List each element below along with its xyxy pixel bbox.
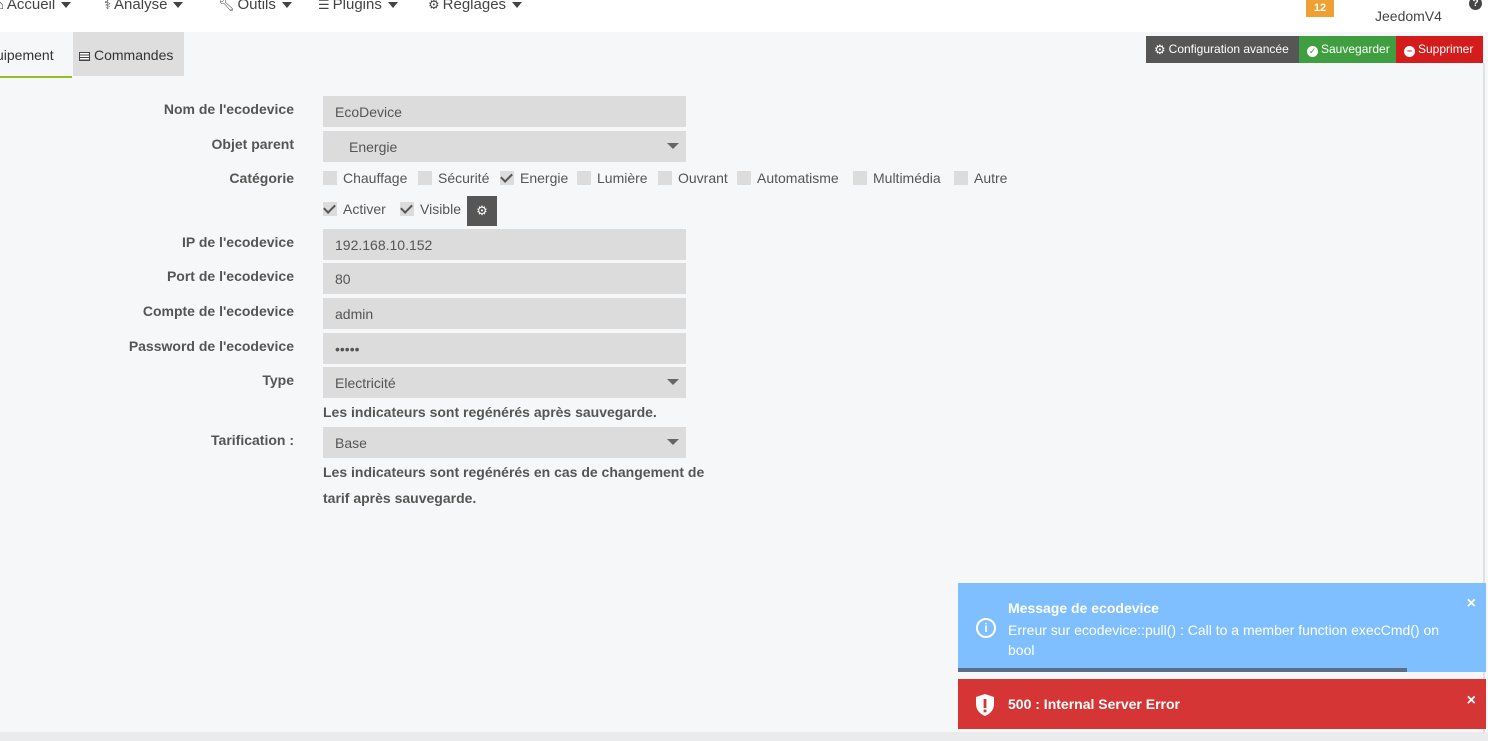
nav-plugins[interactable]: ☰ Plugins [318,0,398,13]
activer-toggle[interactable]: Activer [323,201,386,217]
stethoscope-icon: ⚕ [104,0,112,12]
nav-analyse[interactable]: ⚕ Analyse [104,0,184,13]
port-label: Port de l'ecodevice [166,268,294,284]
tab-equipement[interactable]: uipement [0,32,72,78]
tarif-label: Tarification : [211,432,294,448]
caret-down-icon [512,2,523,9]
type-help-text: Les indicateurs sont regénérés après sau… [323,404,657,420]
error-message: 500 : Internal Server Error [1008,696,1180,712]
close-icon[interactable]: × [1467,692,1476,710]
user-menu[interactable]: JeedomV4 [1375,8,1442,24]
parent-label: Objet parent [211,136,294,152]
tarif-help-line1: Les indicateurs sont regénérés en cas de… [323,464,705,480]
checkbox-checked[interactable] [400,202,414,216]
nav-accueil[interactable]: ⌂Accueil [0,0,72,13]
home-icon: ⌂ [0,0,4,12]
dropdown-arrow-icon [667,379,679,385]
checkbox[interactable] [737,171,751,185]
checkbox[interactable] [418,171,432,185]
save-button[interactable]: ✓ Sauvegarder [1299,36,1396,63]
checkbox[interactable] [954,171,968,185]
toast-message: Erreur sur ecodevice::pull() : Call to a… [1008,622,1440,658]
minus-circle-icon: − [1404,46,1415,57]
cogs-icon: ⚙ [1154,42,1166,57]
category-multimedia[interactable]: Multimédia [853,170,941,186]
name-label: Nom de l'ecodevice [163,101,294,117]
list-icon [79,52,90,61]
caret-down-icon [173,2,184,9]
gear-icon: ⚙ [428,0,440,12]
checkbox[interactable] [323,171,337,185]
close-icon[interactable]: × [1467,595,1476,613]
top-navbar: ⌂Accueil ⚕Analyse 🔧︎Outils ☰Plugins ⚙Rég… [0,0,1488,32]
type-label: Type [262,372,294,388]
wrench-icon: 🔧︎ [218,0,235,12]
name-input[interactable]: EcoDevice [323,96,686,127]
message-count-badge[interactable]: 12 [1306,0,1334,17]
parent-select[interactable]: Energie [323,131,686,162]
help-icon[interactable]: ? [1469,0,1482,10]
advanced-config-button[interactable]: ⚙ Configuration avancée [1146,36,1299,63]
footer-bar [0,732,1488,741]
delete-button[interactable]: − Supprimer [1396,36,1483,63]
cogs-icon: ⚙ [476,203,488,218]
category-checkboxes: Chauffage Sécurité Energie Lumière Ouvra… [323,170,1023,188]
category-chauffage[interactable]: Chauffage [323,170,407,186]
ip-label: IP de l'ecodevice [181,234,294,250]
category-label: Catégorie [229,170,294,186]
category-autre[interactable]: Autre [954,170,1007,186]
category-automatisme[interactable]: Automatisme [737,170,839,186]
category-securite[interactable]: Sécurité [418,170,489,186]
checkbox-checked[interactable] [323,202,337,216]
category-energie[interactable]: Energie [500,170,568,186]
check-circle-icon: ✓ [1307,46,1318,57]
caret-down-icon [387,2,398,9]
info-circle-icon: i [976,618,996,638]
category-lumiere[interactable]: Lumière [577,170,648,186]
account-input[interactable]: admin [323,298,686,329]
ip-input[interactable]: 192.168.10.152 [323,229,686,260]
toast-progress-bar [958,668,1407,672]
tarif-select[interactable]: Base [323,427,686,458]
list-icon: ☰ [318,0,330,12]
tarif-help-line2: tarif après sauvegarde. [323,490,477,506]
tab-commandes[interactable]: Commandes [73,32,184,76]
checkbox[interactable] [853,171,867,185]
visible-toggle[interactable]: Visible [400,201,461,217]
toast-title: Message de ecodevice [1008,600,1159,616]
dropdown-arrow-icon [667,143,679,149]
state-checkboxes: Activer Visible [323,201,473,219]
password-label: Password de l'ecodevice [128,338,294,354]
checkbox[interactable] [658,171,672,185]
error-toast[interactable]: 500 : Internal Server Error × [958,679,1486,729]
password-input[interactable]: ••••• [323,333,686,364]
port-input[interactable]: 80 [323,263,686,294]
type-select[interactable]: Electricité [323,367,686,398]
account-label: Compte de l'ecodevice [142,303,294,319]
checkbox[interactable] [577,171,591,185]
checkbox-checked[interactable] [500,171,514,185]
display-settings-button[interactable]: ⚙ [467,196,497,226]
nav-outils[interactable]: 🔧︎ Outils [218,0,292,13]
dropdown-arrow-icon [667,439,679,445]
caret-down-icon [281,2,292,9]
category-ouvrant[interactable]: Ouvrant [658,170,728,186]
info-toast[interactable]: i Message de ecodevice Erreur sur ecodev… [958,583,1486,672]
nav-reglages[interactable]: ⚙ Réglages [428,0,523,13]
shield-alert-icon [976,694,994,716]
caret-down-icon [61,2,72,9]
